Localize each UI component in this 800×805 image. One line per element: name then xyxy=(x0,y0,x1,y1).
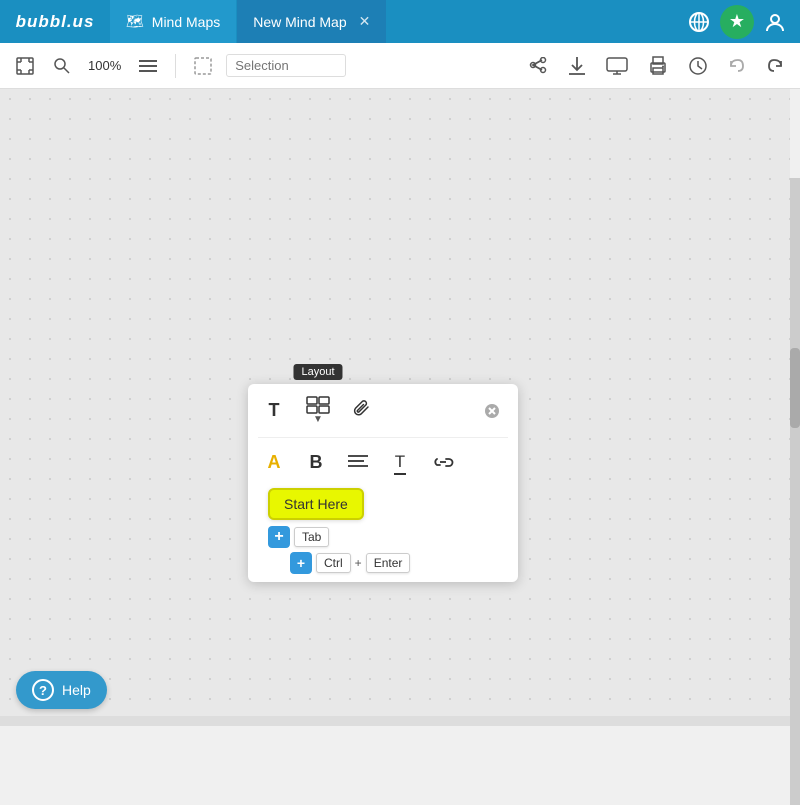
tab-new-mind-map[interactable]: New Mind Map ✕ xyxy=(237,0,387,43)
history-icon-btn[interactable] xyxy=(682,52,714,80)
link-icon xyxy=(432,455,454,469)
zoom-search-icon xyxy=(54,58,70,74)
tab-bar: bubbl.us 🗺 Mind Maps New Mind Map ✕ ★ xyxy=(0,0,800,43)
zoom-search-icon-btn[interactable] xyxy=(48,54,76,78)
menu-icon xyxy=(139,59,157,73)
toolbar-right xyxy=(522,52,790,80)
text-style-btn[interactable]: T xyxy=(384,446,416,478)
selection-input[interactable] xyxy=(226,54,346,77)
hint-enter-key: Enter xyxy=(366,553,411,573)
layout-tooltip: Layout xyxy=(293,364,342,380)
text-format-btn[interactable]: T xyxy=(258,395,290,427)
selection-icon-btn[interactable] xyxy=(188,53,218,79)
user-icon-btn[interactable] xyxy=(758,5,792,39)
undo-icon xyxy=(728,57,746,75)
download-icon xyxy=(568,56,586,76)
layout-chevron-icon: ▼ xyxy=(313,414,323,425)
hint-tab-key: Tab xyxy=(294,527,329,547)
globe-icon-btn[interactable] xyxy=(682,5,716,39)
share-icon-btn[interactable] xyxy=(522,53,554,79)
hint-ctrl-key: Ctrl xyxy=(316,553,351,573)
align-btn[interactable] xyxy=(342,446,374,478)
logo-text: bubbl.us xyxy=(16,12,95,32)
print-icon xyxy=(648,56,668,76)
print-icon-btn[interactable] xyxy=(642,52,674,80)
monitor-icon xyxy=(606,57,628,75)
underline-decoration xyxy=(394,473,406,475)
frame-icon xyxy=(16,57,34,75)
layout-btn-container: Layout ▼ xyxy=(300,392,336,429)
scrollbar-right[interactable] xyxy=(790,178,800,805)
tab-close-icon[interactable]: ✕ xyxy=(359,13,371,30)
paperclip-icon xyxy=(353,400,371,422)
redo-icon xyxy=(766,57,784,75)
help-question-mark: ? xyxy=(32,679,54,701)
hint-plus-1[interactable]: + xyxy=(268,526,290,548)
redo-icon-btn[interactable] xyxy=(760,53,790,79)
frame-icon-btn[interactable] xyxy=(10,53,40,79)
star-icon-btn[interactable]: ★ xyxy=(720,5,754,39)
share-icon xyxy=(528,57,548,75)
ft-row-1: T Layout ▼ xyxy=(258,392,508,429)
close-icon xyxy=(484,403,500,419)
bold-btn[interactable]: B xyxy=(300,446,332,478)
mind-maps-tab-label: Mind Maps xyxy=(152,14,220,30)
hint-ctrl-enter: + Ctrl + Enter xyxy=(290,552,410,574)
globe-icon xyxy=(688,11,710,33)
ft-divider xyxy=(258,437,508,438)
menu-icon-btn[interactable] xyxy=(133,55,163,77)
color-text-btn[interactable]: A xyxy=(258,446,290,478)
hint-tab: + Tab xyxy=(268,526,329,548)
top-right-icons: ★ xyxy=(682,0,800,43)
zoom-level: 100% xyxy=(84,58,125,73)
star-icon: ★ xyxy=(729,11,745,32)
scrollbar-thumb[interactable] xyxy=(790,348,800,428)
attach-btn[interactable] xyxy=(346,395,378,427)
canvas[interactable]: T Layout ▼ xyxy=(0,89,790,716)
layout-btn[interactable]: ▼ xyxy=(300,392,336,429)
undo-icon-btn[interactable] xyxy=(722,53,752,79)
start-here-node[interactable]: Start Here xyxy=(268,488,364,520)
toolbar-divider-1 xyxy=(175,54,176,78)
new-mind-map-tab-label: New Mind Map xyxy=(253,14,346,30)
toolbar: 100% xyxy=(0,43,800,89)
user-icon xyxy=(764,11,786,33)
hint-separator: + xyxy=(355,556,362,570)
text-style-icon: T xyxy=(395,452,405,472)
monitor-icon-btn[interactable] xyxy=(600,53,634,79)
tab-mind-maps[interactable]: 🗺 Mind Maps xyxy=(110,0,237,43)
link-btn[interactable] xyxy=(426,446,460,478)
ft-row-2: A B T xyxy=(258,446,508,478)
help-button[interactable]: ? Help xyxy=(16,671,107,709)
history-icon xyxy=(688,56,708,76)
hint-plus-2[interactable]: + xyxy=(290,552,312,574)
close-toolbar-btn[interactable] xyxy=(476,395,508,427)
bottom-scrollbar[interactable] xyxy=(0,716,790,726)
canvas-wrapper: T Layout ▼ xyxy=(0,89,800,716)
floating-toolbar: T Layout ▼ xyxy=(248,384,518,582)
layout-grid-icon xyxy=(306,396,330,414)
align-icon xyxy=(348,454,368,470)
help-label: Help xyxy=(62,682,91,698)
mind-maps-tab-icon: 🗺 xyxy=(126,13,144,30)
selection-icon xyxy=(194,57,212,75)
mind-map-node-area: Start Here + Tab + Ctrl + Enter xyxy=(258,488,508,574)
app-logo[interactable]: bubbl.us xyxy=(0,0,110,43)
download-icon-btn[interactable] xyxy=(562,52,592,80)
